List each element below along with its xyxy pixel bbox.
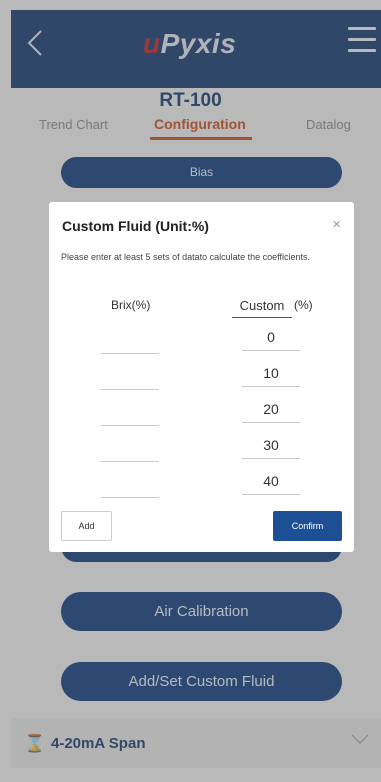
add-button[interactable]: Add bbox=[61, 511, 112, 541]
brix-input-5[interactable] bbox=[101, 476, 159, 498]
custom-input-3[interactable]: 20 bbox=[242, 401, 300, 423]
custom-input-5[interactable]: 40 bbox=[242, 473, 300, 495]
brix-input-2[interactable] bbox=[101, 368, 159, 390]
custom-input-4[interactable]: 30 bbox=[242, 437, 300, 459]
dialog-description: Please enter at least 5 sets of datato c… bbox=[61, 252, 310, 262]
custom-input-1[interactable]: 0 bbox=[242, 329, 300, 351]
custom-fluid-dialog: Custom Fluid (Unit:%) × Please enter at … bbox=[49, 202, 354, 552]
brix-input-4[interactable] bbox=[101, 440, 159, 462]
confirm-button[interactable]: Confirm bbox=[273, 511, 342, 541]
brix-input-3[interactable] bbox=[101, 404, 159, 426]
brix-column-header: Brix(%) bbox=[111, 298, 151, 312]
custom-input-2[interactable]: 10 bbox=[242, 365, 300, 387]
close-icon[interactable]: × bbox=[332, 216, 341, 233]
brix-input-1[interactable] bbox=[101, 332, 159, 354]
dialog-title: Custom Fluid (Unit:%) bbox=[62, 218, 209, 234]
custom-column-input[interactable]: Custom bbox=[232, 298, 292, 318]
custom-column-unit: (%) bbox=[294, 298, 313, 312]
